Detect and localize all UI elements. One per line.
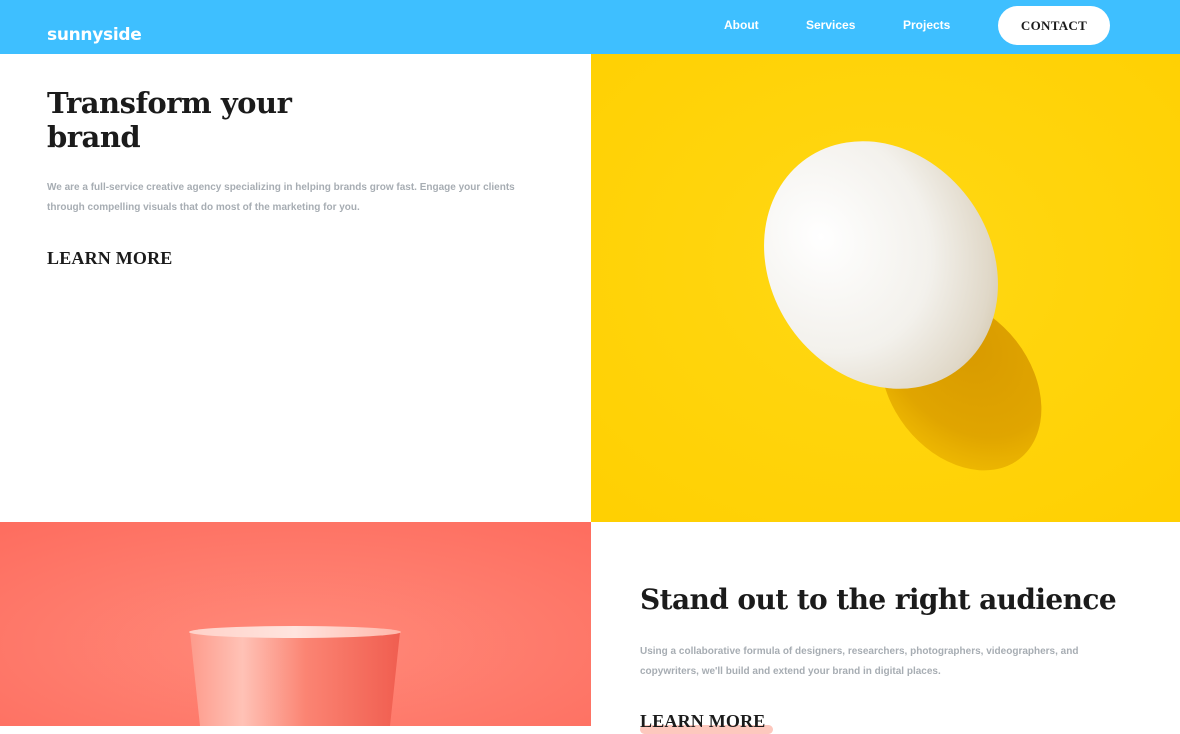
hero-text-section: Transform your brand We are a full-servi… xyxy=(0,54,591,522)
cup-illustration xyxy=(0,522,591,726)
hero-learn-more-link[interactable]: LEARN MORE xyxy=(47,248,180,271)
egg-illustration xyxy=(591,54,1180,522)
learn-more-label: LEARN MORE xyxy=(47,248,173,268)
feature-learn-more-link[interactable]: LEARN MORE xyxy=(640,711,773,734)
feature-text-section: Stand out to the right audience Using a … xyxy=(591,522,1180,734)
cup-body xyxy=(190,632,400,726)
learn-more-label: LEARN MORE xyxy=(640,711,766,731)
hero-title: Transform your brand xyxy=(47,86,292,154)
egg-on-yellow-image xyxy=(591,54,1180,522)
nav-link-projects[interactable]: Projects xyxy=(903,18,950,32)
cup-rim xyxy=(189,626,401,638)
feature-title: Stand out to the right audience xyxy=(640,583,1117,616)
nav-link-services[interactable]: Services xyxy=(806,18,855,32)
contact-button[interactable]: CONTACT xyxy=(998,6,1110,45)
site-logo[interactable]: sunnyside xyxy=(47,25,142,45)
hero-description: We are a full-service creative agency sp… xyxy=(47,182,515,213)
nav-link-about[interactable]: About xyxy=(724,18,759,32)
feature-description: Using a collaborative formula of designe… xyxy=(640,646,1079,677)
site-header: sunnyside About Services Projects CONTAC… xyxy=(0,0,1180,54)
pink-cup-image xyxy=(0,522,591,726)
